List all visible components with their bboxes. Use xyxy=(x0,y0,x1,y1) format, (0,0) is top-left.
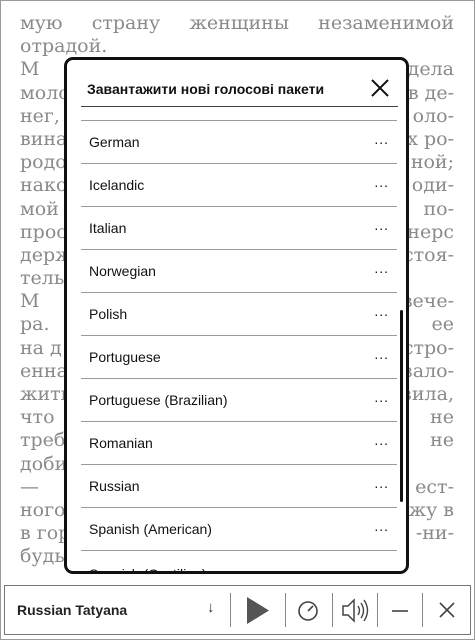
voice-package-item[interactable]: Italian... xyxy=(81,207,397,250)
speed-gauge-icon xyxy=(298,601,318,621)
book-word: вина xyxy=(20,127,68,150)
voice-package-item[interactable]: Spanish (Castilian)... xyxy=(81,551,397,574)
book-word: х ро- xyxy=(407,127,454,150)
book-word: енна xyxy=(20,359,68,382)
book-word: доби xyxy=(20,452,68,475)
book-word: мой xyxy=(20,197,59,220)
minimize-button[interactable] xyxy=(378,586,422,634)
dialog-close-button[interactable] xyxy=(368,76,392,100)
book-word: что xyxy=(20,406,55,429)
voice-package-label: Russian xyxy=(89,478,140,494)
book-word: на д xyxy=(20,336,62,359)
more-options-icon[interactable]: ... xyxy=(374,475,389,491)
title-divider xyxy=(81,106,398,107)
book-word: ной; xyxy=(410,151,454,174)
book-word: моло xyxy=(20,81,70,104)
download-arrow-icon: ↓ xyxy=(207,599,215,616)
book-word: не xyxy=(430,406,454,429)
voice-package-item[interactable]: Portuguese... xyxy=(81,336,397,379)
more-options-icon[interactable]: ... xyxy=(374,217,389,233)
book-word: жу в xyxy=(408,498,454,521)
book-word: оло- xyxy=(412,104,454,127)
voice-package-label: German xyxy=(89,134,140,150)
dialog-title: Завантажити нові голосові пакети xyxy=(87,81,325,97)
more-options-icon[interactable]: ... xyxy=(374,561,389,571)
voice-package-label: Portuguese xyxy=(89,349,161,365)
voice-package-label: Polish xyxy=(89,306,128,322)
voice-package-item[interactable]: German... xyxy=(81,121,397,164)
volume-icon xyxy=(342,598,369,623)
book-word: женщины xyxy=(189,12,289,34)
tts-toolbar: Russian Tatyana ↓ xyxy=(4,585,471,635)
play-button[interactable] xyxy=(231,586,285,634)
voice-package-label: Norwegian xyxy=(89,263,156,279)
more-options-icon[interactable]: ... xyxy=(374,389,389,405)
book-word: ее xyxy=(431,313,455,336)
voice-package-label: Icelandic xyxy=(89,177,145,193)
voice-package-item[interactable]: Norwegian... xyxy=(81,250,397,293)
book-word: стро- xyxy=(402,336,454,359)
book-word: ест- xyxy=(415,475,454,498)
close-tts-button[interactable] xyxy=(423,586,471,634)
book-word: зила, xyxy=(401,383,454,405)
book-word: нерс xyxy=(407,220,454,243)
voice-package-label: Portuguese (Brazilian) xyxy=(89,392,228,408)
book-text-line: мую страну женщины незаменимой xyxy=(20,12,454,35)
play-icon xyxy=(247,597,269,624)
more-options-icon[interactable]: ... xyxy=(374,518,389,534)
more-options-icon[interactable]: ... xyxy=(374,174,389,190)
book-word: в де- xyxy=(407,81,454,104)
book-word: по- xyxy=(423,197,454,220)
book-word: вече- xyxy=(401,290,454,313)
voice-package-list: German... Icelandic... Italian... Norwegian… xyxy=(81,120,397,574)
book-word: дела xyxy=(407,58,454,81)
voice-package-item[interactable]: Russian... xyxy=(81,465,397,508)
speed-button[interactable] xyxy=(286,586,332,634)
close-icon xyxy=(371,79,389,97)
voice-package-item[interactable]: Polish... xyxy=(81,293,397,336)
book-word: тель xyxy=(20,267,65,290)
more-options-icon[interactable]: ... xyxy=(374,260,389,276)
voice-selector[interactable]: Russian Tatyana ↓ xyxy=(5,586,230,634)
minimize-icon xyxy=(392,610,408,612)
voice-package-item[interactable]: Romanian... xyxy=(81,422,397,465)
voice-package-label: Romanian xyxy=(89,435,153,451)
book-word: незаменимой xyxy=(318,12,454,34)
book-word: прос xyxy=(20,220,67,243)
book-word: оди- xyxy=(411,174,454,197)
voice-package-item[interactable]: Icelandic... xyxy=(81,164,397,207)
more-options-icon[interactable]: ... xyxy=(374,131,389,147)
book-word: нако xyxy=(20,174,68,197)
more-options-icon[interactable]: ... xyxy=(374,346,389,362)
book-word: М xyxy=(20,290,40,313)
book-word: треб xyxy=(20,429,66,452)
close-icon xyxy=(439,602,455,618)
voice-package-item[interactable]: Portuguese (Brazilian)... xyxy=(81,379,397,422)
book-word: — xyxy=(20,475,39,498)
book-word: мую xyxy=(20,12,63,34)
book-text-line: отрадой. xyxy=(20,35,454,58)
book-word: страну xyxy=(91,12,161,34)
voice-package-label: Italian xyxy=(89,220,127,236)
voice-package-label: Spanish (American) xyxy=(89,521,212,537)
list-scrollbar[interactable] xyxy=(400,310,403,502)
download-voice-packages-dialog: Завантажити нові голосові пакети German.… xyxy=(64,57,409,574)
book-word: ра. xyxy=(20,313,50,336)
book-word: стоя- xyxy=(403,243,454,266)
book-word: зало- xyxy=(402,359,454,382)
more-options-icon[interactable]: ... xyxy=(374,432,389,448)
book-word: не xyxy=(430,429,454,452)
voice-package-item[interactable]: Spanish (American)... xyxy=(81,508,397,551)
book-word: -ни- xyxy=(415,522,454,545)
book-word: ного xyxy=(20,498,66,521)
voice-package-label: Spanish (Castilian) xyxy=(89,566,207,574)
book-word: нег, xyxy=(20,104,60,127)
voice-name: Russian Tatyana xyxy=(17,602,128,618)
more-options-icon[interactable]: ... xyxy=(374,303,389,319)
volume-button[interactable] xyxy=(333,586,377,634)
book-word: отрадой. xyxy=(20,35,108,58)
book-word: М xyxy=(20,58,40,81)
